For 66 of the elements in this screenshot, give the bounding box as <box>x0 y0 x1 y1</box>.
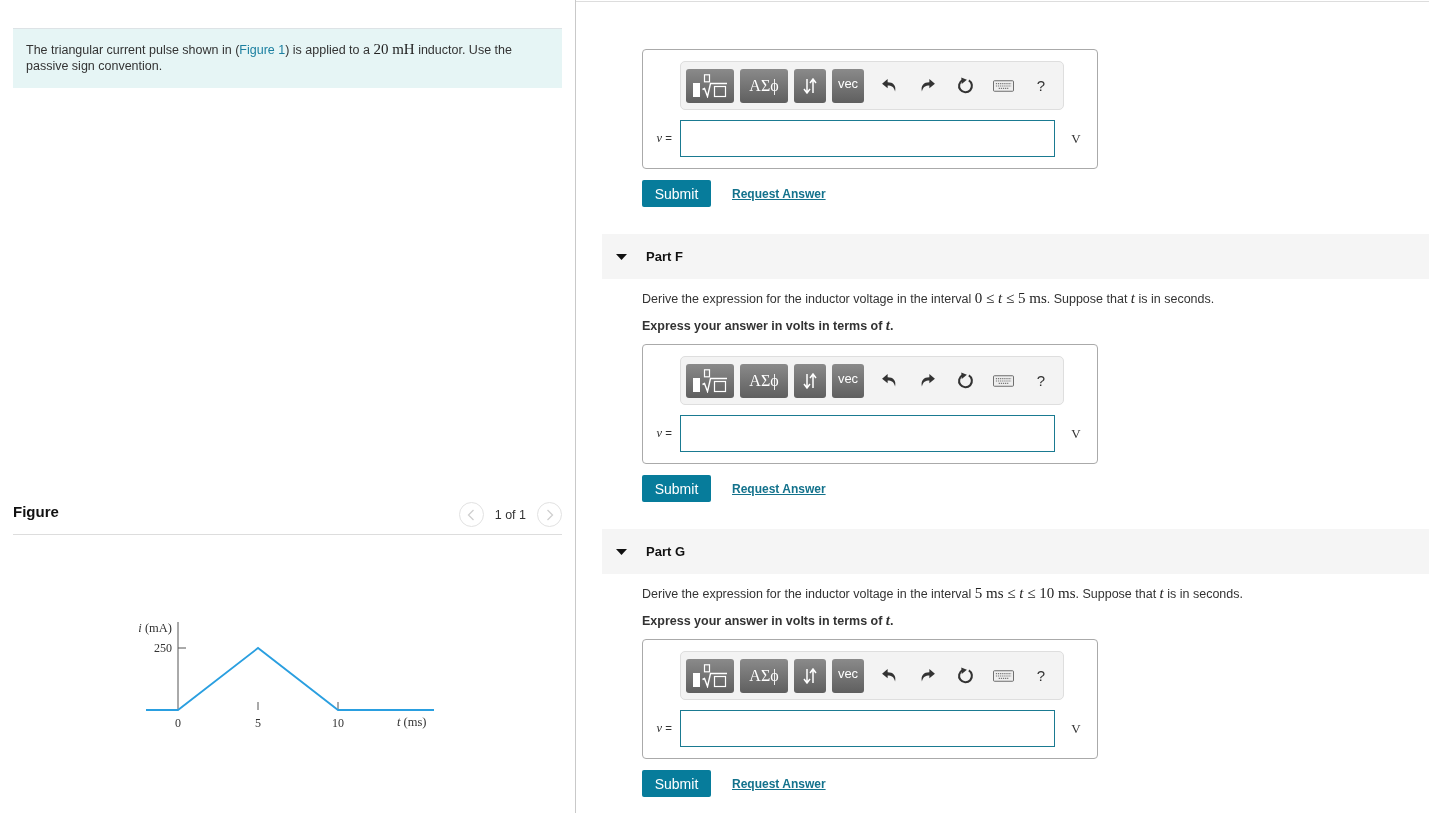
axis-label: t (ms) <box>397 715 427 730</box>
request-answer-link[interactable]: Request Answer <box>732 481 826 496</box>
templates-button[interactable] <box>686 68 734 103</box>
figure-link[interactable]: Figure 1 <box>239 43 286 57</box>
arrows-button[interactable] <box>794 658 826 693</box>
answer-field[interactable] <box>680 415 1055 452</box>
chevron-left-icon <box>467 508 476 521</box>
arrows-button[interactable] <box>794 363 826 398</box>
unit-label: V <box>1070 720 1082 737</box>
instruction-text: Express your answer in volts in terms of t. <box>642 611 895 630</box>
variable-label: v = <box>655 131 673 146</box>
answer-field[interactable] <box>680 120 1055 157</box>
redo-icon[interactable] <box>919 79 935 92</box>
tick-label: 0 <box>175 716 181 730</box>
keyboard-icon[interactable] <box>992 669 1014 682</box>
root-template-icon <box>692 663 728 688</box>
tick-label: 10 <box>332 716 344 730</box>
question-text: Derive the expression for the inductor voltage in the interval 5 ms ≤ t ≤ 10 ms. Suppose that t is in seconds. <box>642 584 1244 603</box>
help-button[interactable]: ? <box>1029 73 1053 98</box>
keyboard-icon[interactable] <box>992 79 1014 92</box>
redo-icon[interactable] <box>919 374 935 387</box>
answer-field[interactable] <box>680 710 1055 747</box>
symbols-button[interactable]: ΑΣϕ <box>740 658 788 693</box>
symbols-button[interactable]: ΑΣϕ <box>740 363 788 398</box>
up-down-arrows-icon <box>803 372 817 389</box>
reset-icon[interactable] <box>956 77 974 94</box>
vector-button[interactable]: vec <box>832 68 864 103</box>
undo-icon[interactable] <box>881 374 897 387</box>
arrows-button[interactable] <box>794 68 826 103</box>
page-counter: 1 of 1 <box>494 507 526 522</box>
problem-statement: The triangular current pulse shown in (Figure 1) is applied to a 20 mH inductor. Use the passive sign convention. <box>13 28 562 88</box>
up-down-arrows-icon <box>803 667 817 684</box>
question-text: Derive the expression for the inductor voltage in the interval 0 ≤ t ≤ 5 ms. Suppose that t is in seconds. <box>642 289 1216 308</box>
help-button[interactable]: ? <box>1029 663 1053 688</box>
figure-title: Figure <box>13 503 60 522</box>
reset-icon[interactable] <box>956 372 974 389</box>
tick-label: 5 <box>255 716 261 730</box>
keyboard-icon[interactable] <box>992 374 1014 387</box>
chevron-right-icon <box>545 508 554 521</box>
root-template-icon <box>692 73 728 98</box>
tick-label: 250 <box>154 641 172 655</box>
variable-label: v = <box>655 721 673 736</box>
submit-button[interactable]: Submit <box>642 180 711 207</box>
axis-label: i (mA) <box>138 621 172 636</box>
request-answer-link[interactable]: Request Answer <box>732 186 826 201</box>
variable-label: v = <box>655 426 673 441</box>
submit-button[interactable]: Submit <box>642 475 711 502</box>
symbols-button[interactable]: ΑΣϕ <box>740 68 788 103</box>
help-button[interactable]: ? <box>1029 368 1053 393</box>
submit-button[interactable]: Submit <box>642 770 711 797</box>
root-template-icon <box>692 368 728 393</box>
part-header[interactable]: Part G <box>602 529 1429 574</box>
unit-label: V <box>1070 130 1082 147</box>
vector-button[interactable]: vec <box>832 658 864 693</box>
templates-button[interactable] <box>686 658 734 693</box>
templates-button[interactable] <box>686 363 734 398</box>
reset-icon[interactable] <box>956 667 974 684</box>
undo-icon[interactable] <box>881 79 897 92</box>
unit-label: V <box>1070 425 1082 442</box>
up-down-arrows-icon <box>803 77 817 94</box>
request-answer-link[interactable]: Request Answer <box>732 776 826 791</box>
vector-button[interactable]: vec <box>832 363 864 398</box>
part-header[interactable]: Part F <box>602 234 1429 279</box>
undo-icon[interactable] <box>881 669 897 682</box>
redo-icon[interactable] <box>919 669 935 682</box>
instruction-text: Express your answer in volts in terms of t. <box>642 316 895 335</box>
